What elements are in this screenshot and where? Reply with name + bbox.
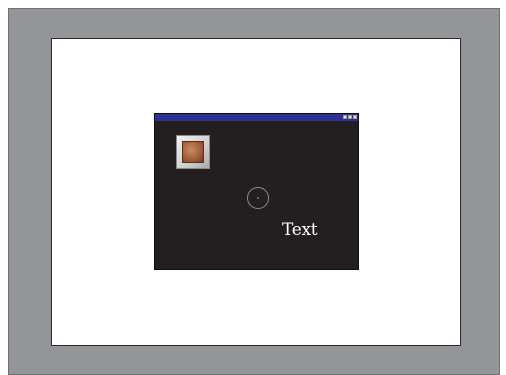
screen-titlebar xyxy=(155,114,358,121)
picture-icon-inner xyxy=(182,141,204,163)
crosshair-center-dot xyxy=(257,197,259,199)
maximize-icon[interactable] xyxy=(348,115,352,119)
minimize-icon[interactable] xyxy=(343,115,347,119)
picture-icon[interactable] xyxy=(176,135,210,169)
window-controls xyxy=(343,115,357,120)
close-icon[interactable] xyxy=(353,115,357,119)
hmi-screen-preview[interactable]: Text xyxy=(154,113,359,270)
crosshair-icon[interactable] xyxy=(247,187,269,209)
text-widget[interactable]: Text xyxy=(282,221,318,239)
